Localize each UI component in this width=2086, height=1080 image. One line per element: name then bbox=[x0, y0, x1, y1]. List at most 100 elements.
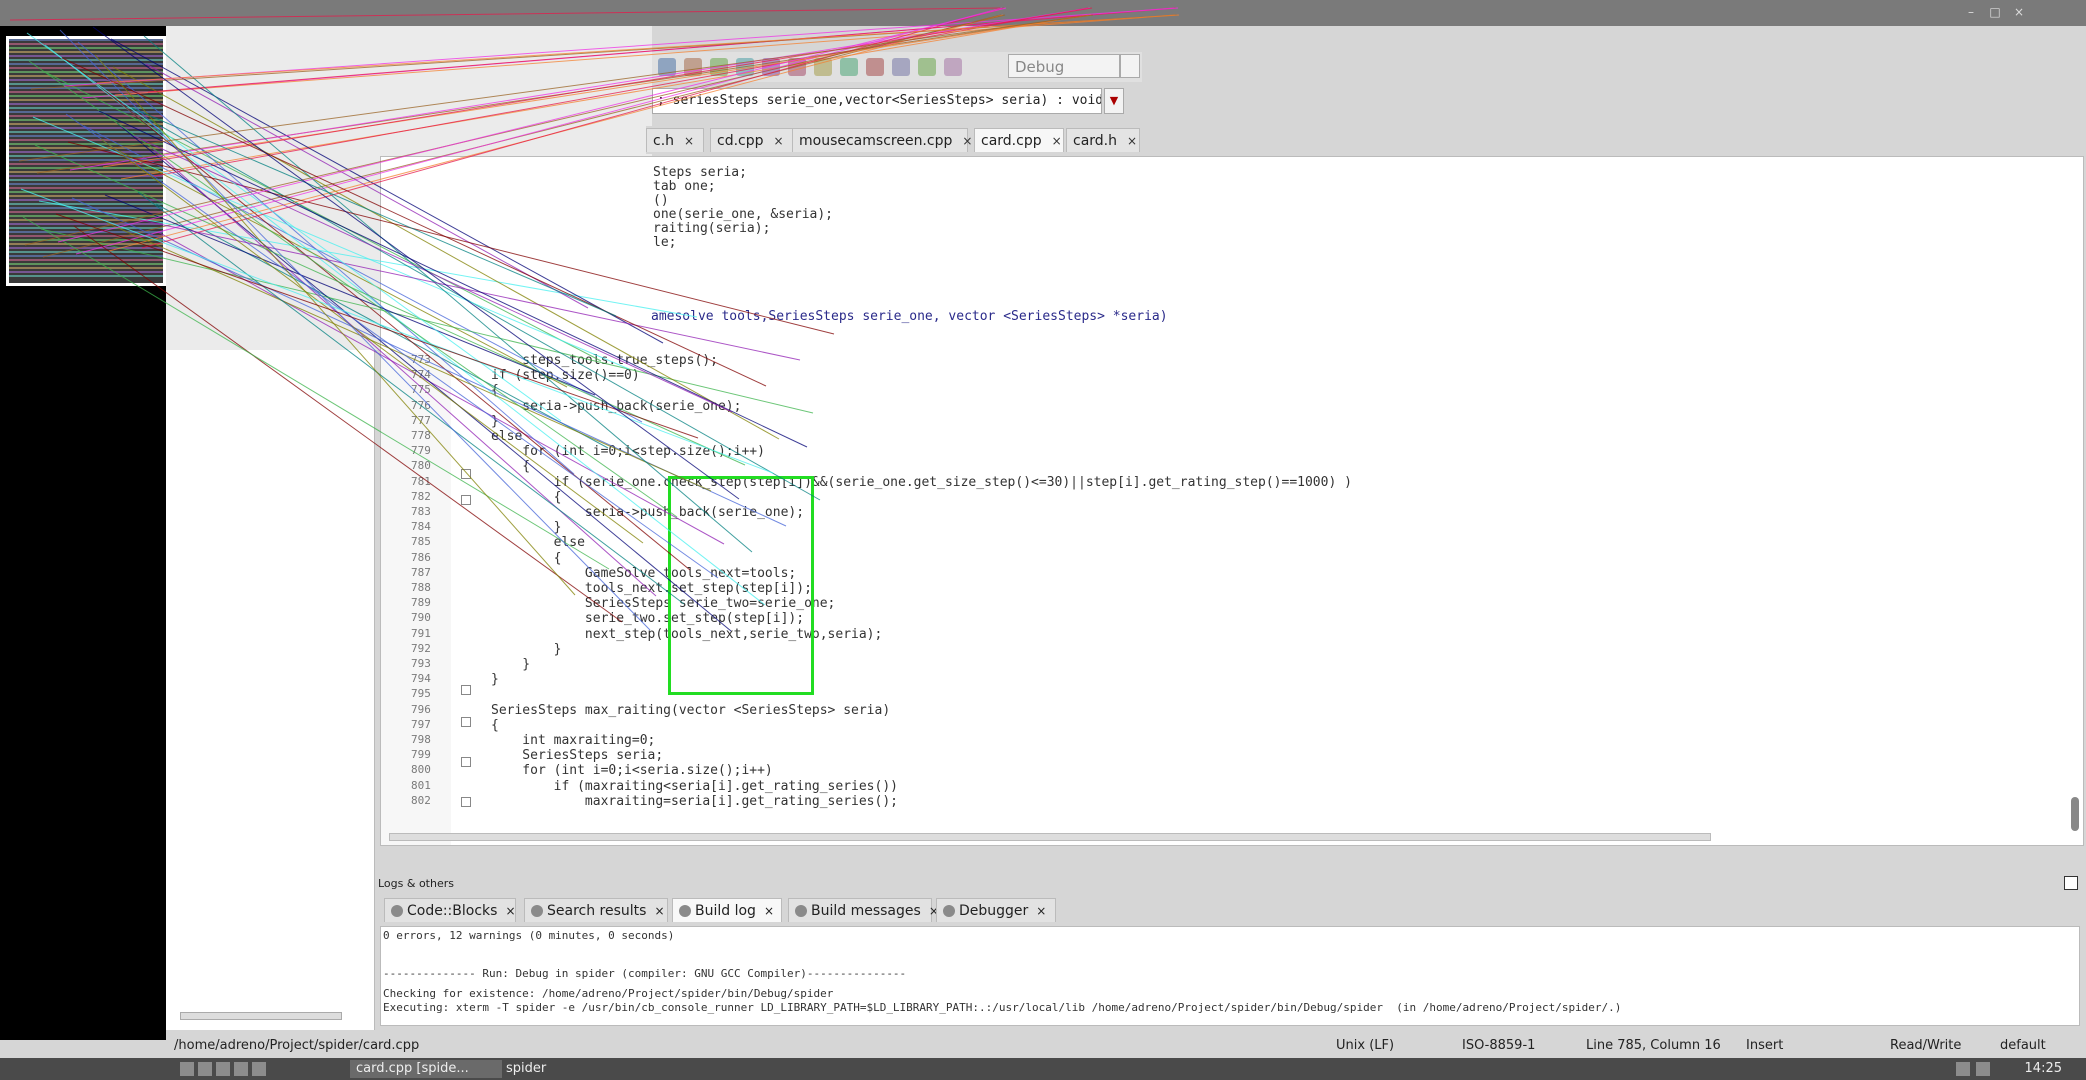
fold-toggle-icon[interactable] bbox=[461, 469, 471, 479]
next-line-icon[interactable] bbox=[710, 58, 728, 76]
thumbnail-row bbox=[9, 187, 163, 189]
close-icon[interactable]: × bbox=[764, 899, 774, 923]
thumbnail-row bbox=[9, 267, 163, 269]
code-line: { bbox=[491, 489, 562, 505]
step-out-icon[interactable] bbox=[762, 58, 780, 76]
symbol-selector[interactable]: ; seriesSteps serie_one,vector<SeriesSte… bbox=[652, 88, 1102, 114]
file-manager-icon[interactable] bbox=[198, 1062, 212, 1076]
build-target-select[interactable]: Debug bbox=[1008, 54, 1120, 78]
window-controls: – □ × bbox=[1964, 5, 2026, 19]
debug-run-icon[interactable] bbox=[658, 58, 676, 76]
editor-hscrollbar[interactable] bbox=[389, 833, 1711, 841]
debugger-icon bbox=[943, 905, 955, 917]
code-line: } bbox=[491, 413, 499, 429]
tab-card-h[interactable]: card.h × bbox=[1066, 128, 1140, 152]
log-line: Checking for existence: /home/adreno/Pro… bbox=[383, 987, 834, 1000]
fold-toggle-icon[interactable] bbox=[461, 797, 471, 807]
thumbnail-row bbox=[9, 39, 163, 41]
log-line: 0 errors, 12 warnings (0 minutes, 0 seco… bbox=[383, 929, 675, 942]
line-number: 784 bbox=[411, 520, 431, 534]
code-line: for (int i=0;i<seria.size();i++) bbox=[491, 763, 773, 779]
desktop-icon[interactable] bbox=[252, 1062, 266, 1076]
management-hscrollbar[interactable] bbox=[180, 1012, 342, 1020]
thumbnail-row bbox=[9, 243, 163, 245]
thumbnail-row bbox=[9, 179, 163, 181]
close-icon[interactable]: × bbox=[2012, 5, 2026, 19]
minimize-icon[interactable]: – bbox=[1964, 5, 1978, 19]
codeblocks-icon bbox=[391, 905, 403, 917]
build-log-output[interactable]: 0 errors, 12 warnings (0 minutes, 0 seco… bbox=[380, 926, 2080, 1026]
debug-windows-icon[interactable] bbox=[892, 58, 910, 76]
gear-icon bbox=[679, 905, 691, 917]
thumbnail-row bbox=[9, 215, 163, 217]
fold-toggle-icon[interactable] bbox=[461, 717, 471, 727]
close-icon[interactable] bbox=[2064, 876, 2078, 890]
thumbnail-row bbox=[9, 143, 163, 145]
next-instruction-icon[interactable] bbox=[788, 58, 806, 76]
thumbnail-row bbox=[9, 223, 163, 225]
maximize-icon[interactable]: □ bbox=[1988, 5, 2002, 19]
thumbnail-row bbox=[9, 43, 163, 45]
tab-build-log[interactable]: Build log × bbox=[672, 898, 782, 922]
run-to-cursor-icon[interactable] bbox=[684, 58, 702, 76]
thumbnail-row bbox=[9, 255, 163, 257]
thumbnail-row bbox=[9, 151, 163, 153]
line-number: 796 bbox=[411, 702, 431, 716]
code-line: else bbox=[491, 535, 585, 551]
stop-debugger-icon[interactable] bbox=[866, 58, 884, 76]
screen-thumbnail bbox=[6, 36, 166, 286]
bookmark-icon[interactable] bbox=[944, 58, 962, 76]
search-icon bbox=[531, 905, 543, 917]
step-into-icon[interactable] bbox=[736, 58, 754, 76]
tab-codeblocks[interactable]: Code::Blocks × bbox=[384, 898, 516, 922]
close-icon[interactable]: × bbox=[654, 899, 664, 923]
logs-panel-title: Logs & others bbox=[376, 876, 2086, 892]
terminal-icon[interactable] bbox=[216, 1062, 230, 1076]
tab-cd-cpp[interactable]: cd.cpp × bbox=[710, 128, 796, 152]
volume-icon[interactable] bbox=[1976, 1062, 1990, 1076]
taskbar-item-spider[interactable]: spider bbox=[500, 1060, 584, 1078]
close-icon[interactable]: × bbox=[1036, 899, 1046, 923]
fold-toggle-icon[interactable] bbox=[461, 757, 471, 767]
fold-toggle-icon[interactable] bbox=[461, 495, 471, 505]
line-number: 801 bbox=[411, 778, 431, 792]
tab-debugger[interactable]: Debugger × bbox=[936, 898, 1056, 922]
tab-search-results[interactable]: Search results × bbox=[524, 898, 668, 922]
left-dark-area bbox=[0, 26, 166, 1040]
thumbnail-row bbox=[9, 115, 163, 117]
close-icon[interactable]: × bbox=[682, 134, 696, 148]
app-launcher-icon[interactable] bbox=[180, 1062, 194, 1076]
status-file-path: /home/adreno/Project/spider/card.cpp bbox=[174, 1038, 420, 1053]
close-icon[interactable]: × bbox=[960, 134, 974, 148]
break-debugger-icon[interactable] bbox=[840, 58, 858, 76]
code-editor[interactable]: 773 774 775 776 777 778 779 780 781 782 783 784 785 7… bbox=[380, 156, 2084, 846]
taskbar: card.cpp [spide... spider 14:25 bbox=[0, 1058, 2086, 1080]
line-number: 781 bbox=[411, 474, 431, 488]
tab-card-cpp[interactable]: card.cpp × bbox=[974, 128, 1064, 152]
fold-toggle-icon[interactable] bbox=[461, 685, 471, 695]
code-line: if (serie_one.check_step(step[i])&&(seri… bbox=[491, 474, 1352, 490]
tab-c-h[interactable]: c.h × bbox=[646, 128, 704, 152]
thumbnail-row bbox=[9, 103, 163, 105]
editor-vscrollbar[interactable] bbox=[2071, 797, 2079, 831]
line-number: 798 bbox=[411, 733, 431, 746]
step-into-instruction-icon[interactable] bbox=[814, 58, 832, 76]
close-icon[interactable]: × bbox=[1125, 134, 1139, 148]
close-icon[interactable]: × bbox=[1050, 134, 1064, 148]
chevron-down-icon[interactable] bbox=[1120, 54, 1140, 78]
network-icon[interactable] bbox=[1956, 1062, 1970, 1076]
close-icon[interactable]: × bbox=[505, 899, 515, 923]
thumbnail-row bbox=[9, 99, 163, 101]
tab-build-messages[interactable]: Build messages × bbox=[788, 898, 939, 922]
tab-mousecamscreen-cpp[interactable]: mousecamscreen.cpp × bbox=[792, 128, 972, 152]
close-icon[interactable]: × bbox=[772, 134, 786, 148]
line-number: 775 bbox=[411, 383, 431, 397]
various-info-icon[interactable] bbox=[918, 58, 936, 76]
browser-icon[interactable] bbox=[234, 1062, 248, 1076]
log-line: Executing: xterm -T spider -e /usr/bin/c… bbox=[383, 1001, 1622, 1014]
code-line: seria->push_back(serie_one); bbox=[491, 398, 742, 414]
taskbar-item-editor[interactable]: card.cpp [spide... bbox=[350, 1060, 502, 1078]
symbol-jump-button[interactable]: ▼ bbox=[1104, 88, 1124, 114]
code-line: { bbox=[491, 383, 499, 399]
window-title-bar: – □ × bbox=[0, 0, 2086, 26]
